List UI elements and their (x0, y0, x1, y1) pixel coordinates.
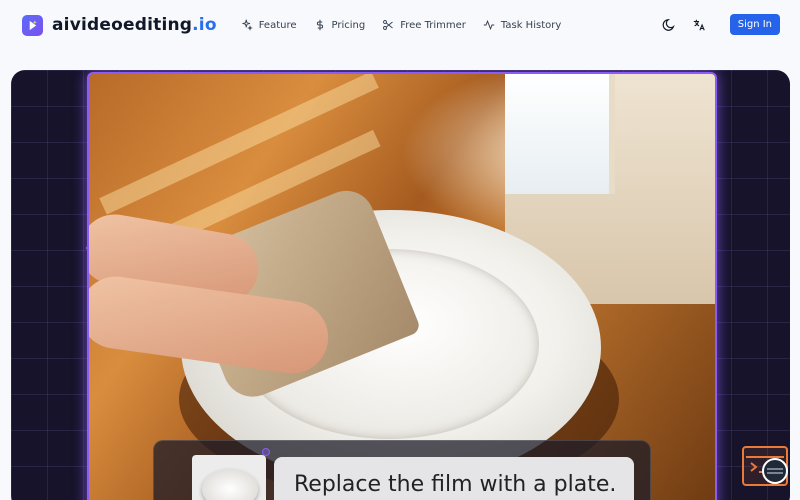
reference-thumbnail (192, 455, 266, 500)
nav-item-feature[interactable]: Feature (241, 19, 297, 31)
brand-name-tld: .io (192, 15, 217, 35)
nav-label: Pricing (331, 19, 366, 31)
nav-item-task-history[interactable]: Task History (483, 19, 561, 31)
chat-widget-icon[interactable] (762, 458, 788, 484)
nav-item-free-trimmer[interactable]: Free Trimmer (382, 19, 466, 31)
translate-icon (693, 19, 705, 30)
moon-icon (662, 18, 675, 31)
hero-demo-stage: Replace the film with a plate. (11, 70, 790, 500)
sparkles-icon (242, 19, 253, 31)
nav-item-pricing[interactable]: Pricing (314, 19, 366, 31)
theme-toggle-button[interactable] (660, 16, 678, 34)
language-button[interactable] (690, 16, 708, 34)
prompt-caption-panel: Replace the film with a plate. (153, 440, 651, 500)
header-tools: Sign In (660, 14, 780, 35)
nav-label: Task History (500, 19, 562, 31)
window-pane (505, 74, 615, 194)
prompt-caption-text: Replace the film with a plate. (274, 457, 634, 500)
dollar-icon (316, 19, 323, 31)
nav-label: Feature (258, 19, 297, 31)
brand-name-main: aivideoediting (52, 15, 193, 35)
scissors-icon (383, 20, 394, 30)
brand-logo-icon (22, 14, 43, 36)
sign-in-button[interactable]: Sign In (729, 14, 780, 35)
top-navbar: aivideoediting.io Feature Pricing Free T… (0, 0, 800, 50)
plate-thumbnail-icon (202, 469, 258, 500)
brand-name: aivideoediting.io (52, 15, 217, 35)
activity-icon (483, 19, 495, 31)
main-nav: Feature Pricing Free Trimmer Task Histor… (241, 19, 579, 31)
demo-video-frame[interactable] (87, 72, 717, 500)
brand-logo-link[interactable]: aivideoediting.io (22, 14, 217, 36)
nav-label: Free Trimmer (400, 19, 466, 31)
cursor-indicator (262, 448, 270, 456)
